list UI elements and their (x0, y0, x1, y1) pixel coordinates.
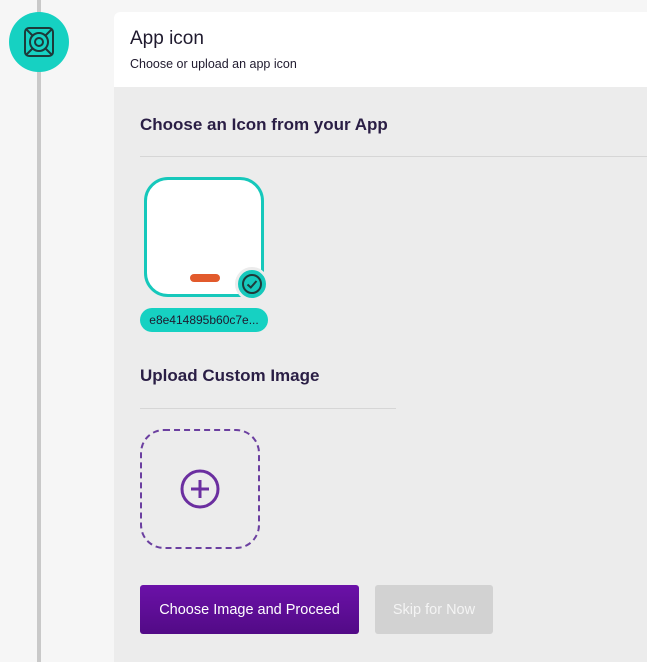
step-indicator (9, 12, 69, 72)
settings-icon (24, 27, 54, 57)
app-icon-step: App icon Choose or upload an app icon Ch… (0, 0, 647, 662)
skip-for-now-button[interactable]: Skip for Now (375, 585, 493, 634)
icon-name-chip: e8e414895b60c7e... (140, 308, 268, 332)
divider (140, 408, 396, 409)
choose-image-proceed-button[interactable]: Choose Image and Proceed (140, 585, 359, 634)
card-subtitle: Choose or upload an app icon (130, 57, 297, 71)
choose-icon-heading: Choose an Icon from your App (140, 115, 388, 134)
divider (140, 156, 647, 157)
app-icon-card: App icon Choose or upload an app icon Ch… (114, 12, 647, 662)
plus-circle-icon (180, 469, 220, 509)
card-header: App icon Choose or upload an app icon (114, 12, 647, 87)
upload-heading: Upload Custom Image (140, 366, 320, 385)
upload-image-dropzone[interactable] (140, 429, 260, 549)
app-icon-preview (190, 274, 220, 282)
check-circle-icon (235, 267, 269, 301)
card-title: App icon (130, 28, 204, 49)
timeline-rail (37, 0, 41, 662)
